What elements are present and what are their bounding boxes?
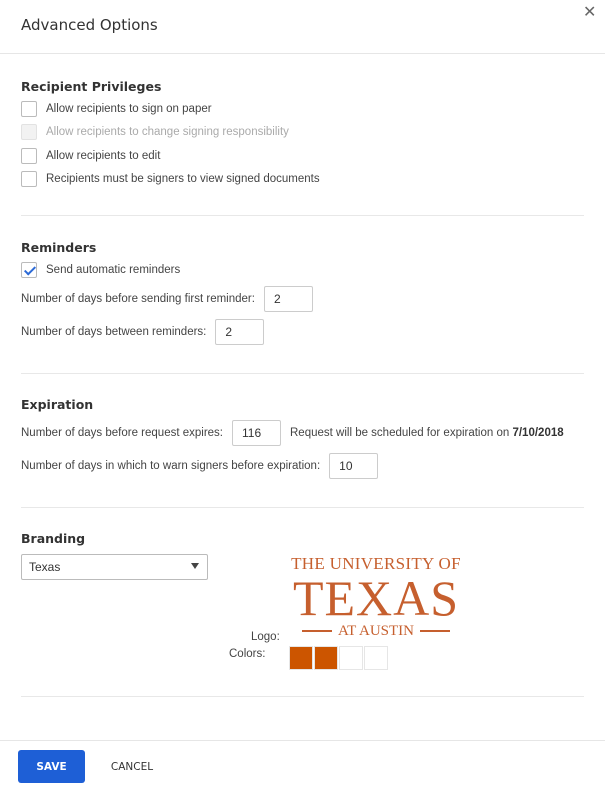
- option-signers-view[interactable]: Recipients must be signers to view signe…: [21, 171, 320, 187]
- signers-view-checkbox[interactable]: [21, 171, 37, 187]
- option-change-responsibility: Allow recipients to change signing respo…: [21, 124, 289, 140]
- close-icon[interactable]: ✕: [583, 2, 596, 21]
- first-reminder-input[interactable]: [263, 286, 313, 312]
- dialog-title: Advanced Options: [21, 16, 158, 34]
- section-divider: [21, 215, 584, 216]
- change-responsibility-label: Allow recipients to change signing respo…: [46, 126, 289, 138]
- recipient-privileges-title: Recipient Privileges: [21, 79, 162, 94]
- color-swatch: [314, 646, 338, 670]
- section-divider: [21, 373, 584, 374]
- signers-view-label: Recipients must be signers to view signe…: [46, 173, 320, 185]
- colors-label: Colors:: [229, 648, 266, 660]
- color-swatch: [339, 646, 363, 670]
- change-responsibility-checkbox: [21, 124, 37, 140]
- between-reminders-row: Number of days between reminders:: [21, 319, 265, 345]
- sign-on-paper-label: Allow recipients to sign on paper: [46, 103, 212, 115]
- expiration-note-text: Request will be scheduled for expiration…: [290, 427, 513, 439]
- first-reminder-row: Number of days before sending first remi…: [21, 286, 313, 312]
- expires-row: Number of days before request expires: R…: [21, 420, 564, 446]
- auto-reminders-label: Send automatic reminders: [46, 264, 181, 276]
- first-reminder-label: Number of days before sending first remi…: [21, 293, 255, 305]
- expires-input[interactable]: [232, 420, 281, 446]
- color-swatch: [364, 646, 388, 670]
- option-auto-reminders[interactable]: Send automatic reminders: [21, 262, 180, 278]
- between-reminders-input[interactable]: [215, 319, 265, 345]
- logo-rule: [419, 630, 450, 632]
- logo-line3: AT AUSTIN: [338, 623, 414, 639]
- expiration-title: Expiration: [21, 397, 94, 412]
- logo-line2: TEXAS: [292, 570, 460, 626]
- color-swatches: [289, 646, 388, 670]
- option-sign-on-paper[interactable]: Allow recipients to sign on paper: [21, 101, 212, 117]
- branding-title: Branding: [21, 531, 86, 546]
- dropdown-arrow-icon: [191, 563, 199, 569]
- cancel-button[interactable]: CANCEL: [98, 750, 166, 783]
- logo-rule: [302, 630, 332, 632]
- reminders-title: Reminders: [21, 240, 97, 255]
- warn-input[interactable]: [329, 453, 379, 479]
- footer-divider: [0, 740, 605, 741]
- warn-row: Number of days in which to warn signers …: [21, 453, 379, 479]
- expiration-date: 7/10/2018: [512, 427, 564, 439]
- expires-label: Number of days before request expires:: [21, 427, 223, 439]
- dialog-header: Advanced Options ✕: [0, 0, 605, 54]
- allow-edit-checkbox[interactable]: [21, 148, 37, 164]
- expiration-note: Request will be scheduled for expiration…: [290, 427, 564, 439]
- branding-select[interactable]: Texas: [21, 554, 208, 580]
- warn-label: Number of days in which to warn signers …: [21, 460, 321, 472]
- auto-reminders-checkbox[interactable]: [21, 262, 37, 278]
- branding-logo: THE UNIVERSITY OF TEXAS AT AUSTIN: [283, 555, 469, 640]
- section-divider: [21, 696, 584, 697]
- allow-edit-label: Allow recipients to edit: [46, 150, 161, 162]
- option-allow-edit[interactable]: Allow recipients to edit: [21, 148, 160, 164]
- between-reminders-label: Number of days between reminders:: [21, 326, 207, 338]
- section-divider: [21, 507, 584, 508]
- branding-selected-value: Texas: [29, 560, 61, 574]
- sign-on-paper-checkbox[interactable]: [21, 101, 37, 117]
- logo-label: Logo:: [251, 631, 280, 643]
- color-swatch: [289, 646, 313, 670]
- save-button[interactable]: SAVE: [18, 750, 85, 783]
